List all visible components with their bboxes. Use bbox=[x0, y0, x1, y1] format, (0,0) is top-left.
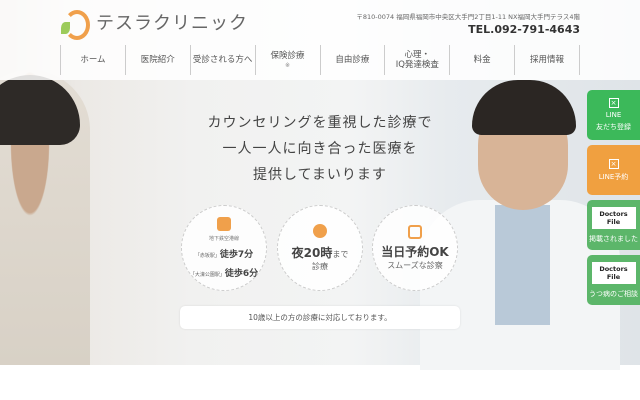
night-sub: 診療 bbox=[312, 262, 328, 271]
access-line: 地下鉄空港線 bbox=[208, 235, 239, 242]
night-suffix: まで bbox=[332, 250, 349, 259]
logo[interactable]: テスラクリニック bbox=[60, 8, 248, 40]
doctor-figure bbox=[420, 80, 620, 370]
doctor-shirt bbox=[495, 205, 550, 325]
nav-label: 受診される方へ bbox=[192, 54, 253, 65]
main-nav: ホーム 医院紹介 受診される方へ 保険診療 ※ 自由診療 心理・ IQ発達検査 料金… bbox=[60, 45, 580, 75]
train-icon bbox=[217, 216, 231, 231]
side-label: 掲載されました bbox=[589, 234, 638, 243]
line-icon: × bbox=[608, 158, 619, 169]
nav-psych-test[interactable]: 心理・ IQ発達検査 bbox=[384, 45, 449, 75]
side-label: LINE bbox=[605, 111, 622, 119]
walk-time-2: 徒歩6分 bbox=[224, 268, 259, 279]
same-day-title: 当日予約OK bbox=[381, 245, 449, 259]
doctors-file-logo: Doctors File bbox=[591, 206, 636, 231]
walk-time-1: 徒歩7分 bbox=[219, 249, 254, 260]
side-label-2: 友だち登録 bbox=[596, 123, 631, 131]
nav-self-pay[interactable]: 自由診療 bbox=[319, 45, 385, 75]
nav-label-2: IQ発達検査 bbox=[395, 60, 439, 70]
age-notice: 10歳以上の方の診療に対応しております。 bbox=[180, 306, 460, 329]
feature-night: 夜20時まで 診療 bbox=[277, 205, 363, 291]
nav-home[interactable]: ホーム bbox=[60, 45, 125, 75]
nav-label: ホーム bbox=[80, 54, 106, 65]
nav-label: 自由診療 bbox=[335, 54, 370, 65]
line-icon: × bbox=[608, 98, 619, 108]
catch-line: カウンセリングを重視した診療で bbox=[207, 115, 433, 131]
nav-sub: ※ bbox=[285, 61, 291, 69]
doctors-file-featured-button[interactable]: Doctors File 掲載されました bbox=[587, 200, 640, 250]
phone-number[interactable]: TEL.092-791-4643 bbox=[468, 23, 580, 36]
nav-insurance[interactable]: 保険診療 ※ bbox=[254, 45, 320, 75]
nav-label: 保険診療 bbox=[270, 51, 305, 62]
hero-catchphrase: カウンセリングを重視した診療で 一人一人に向き合った医療を 提供してまいります bbox=[190, 110, 450, 188]
side-label: LINE予約 bbox=[598, 172, 629, 181]
nav-about[interactable]: 医院紹介 bbox=[124, 45, 190, 75]
moon-icon bbox=[313, 224, 327, 238]
doctors-file-depression-button[interactable]: Doctors File うつ病のご相談 bbox=[587, 255, 640, 305]
nav-label: 心理・ bbox=[404, 49, 431, 60]
doctors-file-logo: Doctors File bbox=[591, 261, 636, 286]
nav-first-visit[interactable]: 受診される方へ bbox=[189, 45, 255, 75]
logo-icon bbox=[60, 8, 90, 40]
station-2: 「大濠公園駅」 bbox=[189, 271, 225, 278]
nav-label: 採用情報 bbox=[530, 54, 565, 65]
side-label: うつ病のご相談 bbox=[589, 289, 638, 298]
catch-line: 提供してまいります bbox=[253, 167, 387, 183]
nav-recruit[interactable]: 採用情報 bbox=[514, 45, 580, 75]
same-day-sub: スムーズな診察 bbox=[387, 261, 443, 270]
line-friend-button[interactable]: × LINE 友だち登録 bbox=[587, 90, 640, 140]
catch-line: 一人一人に向き合った医療を bbox=[222, 141, 418, 157]
calendar-icon bbox=[408, 225, 422, 239]
line-reserve-button[interactable]: × LINE予約 bbox=[587, 145, 640, 195]
nav-label: 医院紹介 bbox=[140, 54, 175, 65]
doctor-hair bbox=[472, 80, 576, 135]
night-hours: 夜20時 bbox=[291, 246, 333, 260]
nav-label: 料金 bbox=[473, 54, 491, 65]
logo-text: テスラクリニック bbox=[96, 13, 248, 34]
nav-fees[interactable]: 料金 bbox=[449, 45, 514, 75]
station-1: 「赤坂駅」 bbox=[194, 252, 220, 259]
site-header: テスラクリニック 〒810-0074 福岡県福岡市中央区大手門2丁目1-11 N… bbox=[0, 0, 640, 80]
feature-same-day: 当日予約OK スムーズな診察 bbox=[372, 205, 458, 291]
address: 〒810-0074 福岡県福岡市中央区大手門2丁目1-11 NX福岡大手門テラス… bbox=[356, 13, 580, 21]
feature-access: 地下鉄空港線 「赤坂駅」徒歩7分 「大濠公園駅」徒歩6分 bbox=[181, 205, 267, 291]
